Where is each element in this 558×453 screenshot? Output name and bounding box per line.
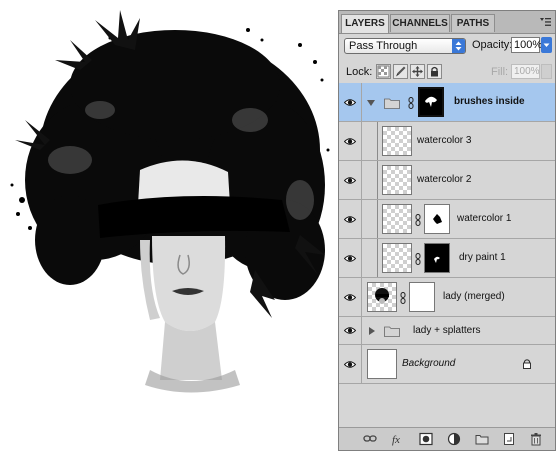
trash-icon[interactable] bbox=[529, 432, 543, 446]
eye-icon bbox=[344, 361, 356, 368]
fill-dropdown-button[interactable] bbox=[541, 64, 552, 79]
blend-mode-select[interactable]: Pass Through bbox=[344, 38, 466, 54]
new-layer-icon[interactable] bbox=[502, 432, 516, 446]
layer-thumbnail bbox=[382, 126, 412, 156]
adjustment-layer-icon[interactable] bbox=[447, 432, 461, 446]
fx-icon[interactable]: fx bbox=[391, 432, 405, 446]
visibility-toggle[interactable] bbox=[339, 317, 362, 344]
layer-mask-thumbnail[interactable] bbox=[424, 204, 450, 234]
layer-name: lady (merged) bbox=[443, 291, 505, 302]
opacity-dropdown-button[interactable] bbox=[541, 37, 552, 53]
tab-paths[interactable]: PATHS bbox=[451, 14, 495, 32]
visibility-toggle[interactable] bbox=[339, 122, 362, 160]
link-layers-icon[interactable] bbox=[363, 432, 377, 446]
panel-tab-bar: LAYERS CHANNELS PATHS bbox=[339, 11, 555, 34]
eye-icon bbox=[344, 138, 356, 145]
chain-link-icon[interactable] bbox=[408, 97, 414, 109]
visibility-toggle[interactable] bbox=[339, 200, 362, 238]
tab-channels[interactable]: CHANNELS bbox=[390, 14, 450, 32]
lock-pixels-button[interactable] bbox=[393, 64, 408, 79]
triangle-icon[interactable] bbox=[368, 327, 376, 335]
tab-layers[interactable]: LAYERS bbox=[341, 14, 389, 33]
group-indent-line bbox=[377, 122, 378, 160]
eye-icon bbox=[344, 99, 356, 106]
brush-icon bbox=[396, 66, 406, 77]
padlock-icon bbox=[523, 359, 531, 369]
layer-name: watercolor 1 bbox=[457, 213, 512, 224]
chain-link-icon[interactable] bbox=[415, 214, 421, 226]
group-indent-line bbox=[377, 200, 378, 238]
eye-icon bbox=[344, 294, 356, 301]
visibility-toggle[interactable] bbox=[339, 239, 362, 277]
layer-row-lady-merged[interactable]: lady (merged) bbox=[339, 278, 555, 317]
layer-thumbnail bbox=[382, 165, 412, 195]
layer-name: watercolor 3 bbox=[417, 135, 472, 146]
layer-mask-thumbnail[interactable] bbox=[424, 243, 450, 273]
layer-name: lady + splatters bbox=[413, 325, 481, 336]
new-group-icon[interactable] bbox=[475, 432, 489, 446]
layer-row-lady-splatters[interactable]: lady + splatters bbox=[339, 317, 555, 345]
folder-icon bbox=[384, 326, 400, 337]
visibility-toggle[interactable] bbox=[339, 345, 362, 383]
layer-thumbnail bbox=[367, 282, 397, 312]
triangle-icon[interactable] bbox=[367, 99, 375, 107]
layer-name: dry paint 1 bbox=[459, 252, 506, 263]
group-indent-line bbox=[377, 161, 378, 199]
layer-row-dry-paint-1[interactable]: dry paint 1 bbox=[339, 239, 555, 278]
panel-menu-icon[interactable] bbox=[539, 17, 551, 27]
chevron-down-icon bbox=[543, 43, 550, 47]
layer-row-watercolor-1[interactable]: watercolor 1 bbox=[339, 200, 555, 239]
checker-icon bbox=[377, 65, 390, 78]
svg-text:fx: fx bbox=[392, 434, 400, 446]
layer-name: watercolor 2 bbox=[417, 174, 472, 185]
eye-icon bbox=[344, 255, 356, 262]
blend-mode-value: Pass Through bbox=[349, 40, 418, 52]
eye-icon bbox=[344, 177, 356, 184]
select-arrows-icon bbox=[452, 39, 465, 53]
layers-panel: LAYERS CHANNELS PATHS Pass Through Opaci… bbox=[338, 10, 556, 451]
layer-row-watercolor-2[interactable]: watercolor 2 bbox=[339, 161, 555, 200]
layer-row-brushes-inside[interactable]: brushes inside bbox=[339, 83, 555, 122]
artwork bbox=[10, 10, 330, 393]
padlock-icon bbox=[431, 66, 438, 77]
opacity-field[interactable]: 100% bbox=[511, 37, 542, 53]
layer-mask-thumbnail[interactable] bbox=[418, 87, 444, 117]
lock-label: Lock: bbox=[346, 66, 373, 78]
eye-icon bbox=[344, 327, 356, 334]
lock-row: Lock: Fill: 100% bbox=[339, 62, 555, 84]
layer-thumbnail bbox=[382, 243, 412, 273]
fill-field[interactable]: 100% bbox=[511, 64, 540, 79]
chain-link-icon[interactable] bbox=[400, 292, 406, 304]
folder-icon bbox=[384, 98, 400, 109]
layer-name: Background bbox=[402, 358, 456, 369]
blend-mode-row: Pass Through Opacity: 100% bbox=[339, 34, 555, 62]
group-indent-line bbox=[377, 239, 378, 277]
layer-name: brushes inside bbox=[454, 96, 525, 107]
lock-position-button[interactable] bbox=[410, 64, 425, 79]
fill-label: Fill: bbox=[491, 66, 509, 78]
layer-thumbnail bbox=[367, 349, 397, 379]
layer-row-watercolor-3[interactable]: watercolor 3 bbox=[339, 122, 555, 161]
add-mask-icon[interactable] bbox=[419, 432, 433, 446]
move-arrows-icon bbox=[412, 66, 423, 77]
layer-mask-thumbnail[interactable] bbox=[409, 282, 435, 312]
visibility-toggle[interactable] bbox=[339, 161, 362, 199]
opacity-label: Opacity: bbox=[472, 39, 513, 51]
visibility-toggle[interactable] bbox=[339, 83, 362, 121]
chain-link-icon[interactable] bbox=[415, 253, 421, 265]
layer-thumbnail bbox=[382, 204, 412, 234]
lock-transparency-button[interactable] bbox=[376, 64, 391, 79]
visibility-toggle[interactable] bbox=[339, 278, 362, 316]
lock-all-button[interactable] bbox=[427, 64, 442, 79]
document-canvas[interactable] bbox=[0, 0, 338, 453]
layer-row-background[interactable]: Background bbox=[339, 345, 555, 384]
panel-bottom-bar: fx bbox=[339, 427, 555, 450]
eye-icon bbox=[344, 216, 356, 223]
